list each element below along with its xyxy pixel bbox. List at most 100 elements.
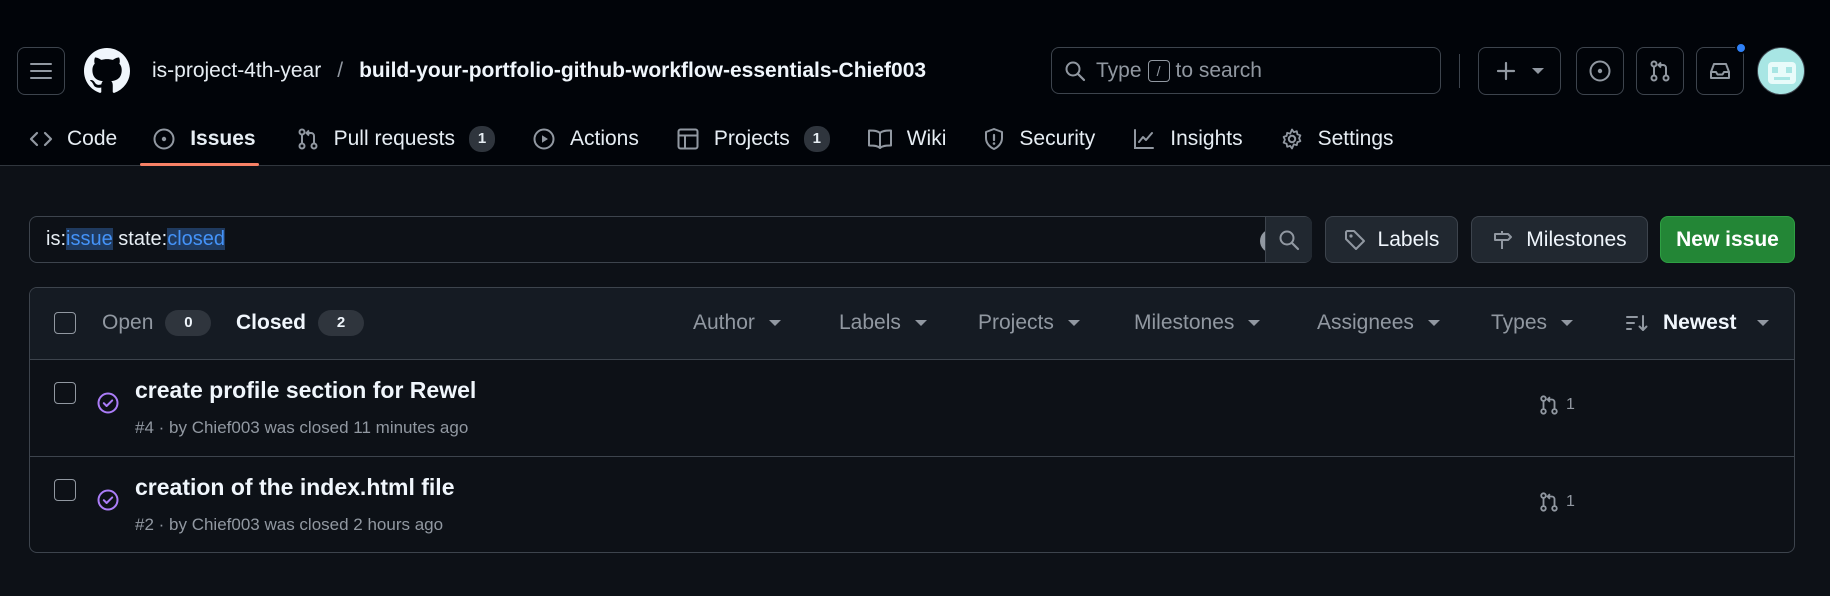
linked-pr-count[interactable]: 1 bbox=[1538, 491, 1575, 513]
issues-shortcut-button[interactable] bbox=[1576, 47, 1624, 95]
issue-checkbox[interactable] bbox=[54, 479, 76, 501]
chevron-down-icon bbox=[914, 320, 927, 326]
issue-row[interactable]: creation of the index.html file #2 · by … bbox=[30, 457, 1794, 552]
issue-filter-input[interactable]: is:issue state:closed bbox=[29, 216, 1312, 263]
tab-label: Insights bbox=[1170, 127, 1243, 150]
issue-meta: #2 · by Chief003 was closed 2 hours ago bbox=[135, 515, 444, 534]
hamburger-icon bbox=[30, 63, 52, 79]
new-issue-button[interactable]: New issue bbox=[1660, 216, 1795, 263]
closed-filter-tab[interactable]: Closed 2 bbox=[236, 310, 365, 336]
search-icon bbox=[1065, 61, 1086, 81]
inbox-button[interactable] bbox=[1696, 42, 1747, 95]
table-icon bbox=[677, 128, 699, 150]
tab-settings[interactable]: Settings bbox=[1256, 112, 1407, 166]
pull-requests-shortcut-button[interactable] bbox=[1636, 47, 1684, 95]
gear-icon bbox=[1282, 128, 1301, 150]
chevron-down-icon bbox=[1248, 320, 1261, 326]
author-filter[interactable]: Author bbox=[693, 311, 781, 335]
labels-filter[interactable]: Labels bbox=[839, 311, 927, 335]
tab-pull-requests[interactable]: Pull requests 1 bbox=[269, 112, 508, 166]
tab-wiki[interactable]: Wiki bbox=[843, 112, 960, 166]
create-new-button[interactable] bbox=[1478, 47, 1561, 95]
projects-filter[interactable]: Projects bbox=[978, 311, 1080, 335]
notification-dot bbox=[1735, 42, 1747, 54]
breadcrumb-separator: / bbox=[337, 59, 344, 82]
header-divider bbox=[1459, 54, 1460, 88]
issue-closed-icon bbox=[97, 392, 119, 414]
git-pull-request-icon bbox=[1540, 492, 1558, 512]
repo-tabs: Code Issues Pull requests 1 Actions Proj… bbox=[0, 112, 1407, 166]
issues-list: Open 0 Closed 2 Author Labels Projects M… bbox=[29, 287, 1795, 553]
breadcrumb-repo[interactable]: build-your-portfolio-github-workflow-ess… bbox=[359, 59, 926, 83]
search-placeholder-suffix: to search bbox=[1175, 58, 1262, 82]
tab-security[interactable]: Security bbox=[959, 112, 1108, 166]
tab-actions[interactable]: Actions bbox=[508, 112, 652, 166]
shield-icon bbox=[985, 128, 1004, 150]
plus-icon bbox=[1496, 61, 1515, 81]
milestones-button-label: Milestones bbox=[1526, 227, 1627, 251]
filter-qualifier: is: bbox=[46, 228, 66, 250]
milestones-button[interactable]: Milestones bbox=[1471, 216, 1648, 263]
tab-insights[interactable]: Insights bbox=[1108, 112, 1255, 166]
avatar[interactable] bbox=[1757, 47, 1805, 95]
issue-title-link[interactable]: creation of the index.html file bbox=[135, 474, 454, 501]
filter-label: Projects bbox=[978, 311, 1054, 334]
filter-label: Types bbox=[1491, 311, 1548, 334]
issue-closed-icon bbox=[97, 489, 119, 511]
filter-label: Assignees bbox=[1317, 311, 1414, 334]
tab-label: Actions bbox=[570, 127, 639, 150]
search-icon bbox=[1279, 230, 1300, 250]
tag-icon bbox=[1344, 229, 1365, 250]
labels-button-label: Labels bbox=[1377, 227, 1440, 251]
book-icon bbox=[867, 129, 892, 149]
breadcrumb-owner[interactable]: is-project-4th-year bbox=[152, 59, 321, 83]
sort-menu[interactable]: Newest bbox=[1625, 311, 1769, 335]
chevron-down-icon bbox=[1561, 320, 1574, 326]
issue-meta: #4 · by Chief003 was closed 11 minutes a… bbox=[135, 418, 469, 437]
repo-header: is-project-4th-year / build-your-portfol… bbox=[0, 12, 1830, 166]
tab-counter: 1 bbox=[803, 126, 830, 152]
filter-label: Author bbox=[693, 311, 755, 334]
open-count: 0 bbox=[165, 310, 212, 336]
filter-value: closed bbox=[167, 228, 225, 250]
closed-label: Closed bbox=[236, 311, 307, 334]
linked-pr-count[interactable]: 1 bbox=[1538, 394, 1575, 416]
global-search-input[interactable]: Type / to search bbox=[1051, 47, 1441, 94]
milestone-icon bbox=[1494, 230, 1513, 249]
filter-label: Labels bbox=[839, 311, 901, 334]
labels-button[interactable]: Labels bbox=[1325, 216, 1458, 263]
issue-row[interactable]: create profile section for Rewel #4 · by… bbox=[30, 360, 1794, 457]
select-all-checkbox[interactable] bbox=[54, 312, 76, 334]
closed-count: 2 bbox=[318, 310, 365, 336]
breadcrumb: is-project-4th-year / build-your-portfol… bbox=[152, 59, 926, 83]
git-pull-request-icon bbox=[1540, 395, 1558, 415]
sort-desc-icon bbox=[1626, 315, 1648, 331]
tab-label: Settings bbox=[1317, 127, 1394, 150]
github-logo-icon[interactable] bbox=[84, 48, 130, 94]
issue-checkbox[interactable] bbox=[54, 382, 76, 404]
sort-label: Newest bbox=[1663, 311, 1737, 334]
issue-opened-icon bbox=[153, 128, 175, 150]
tab-projects[interactable]: Projects 1 bbox=[652, 112, 843, 166]
open-filter-tab[interactable]: Open 0 bbox=[102, 310, 212, 336]
chevron-down-icon bbox=[1067, 320, 1080, 326]
chevron-down-icon bbox=[768, 320, 781, 326]
tab-issues[interactable]: Issues bbox=[130, 112, 268, 166]
filter-label: Milestones bbox=[1134, 311, 1235, 334]
pr-count-value: 1 bbox=[1566, 396, 1575, 413]
tab-label: Issues bbox=[190, 127, 256, 150]
tab-label: Pull requests bbox=[333, 127, 455, 150]
tab-code[interactable]: Code bbox=[0, 112, 130, 166]
tab-label: Security bbox=[1019, 127, 1096, 150]
issue-title-link[interactable]: create profile section for Rewel bbox=[135, 377, 476, 404]
assignees-filter[interactable]: Assignees bbox=[1317, 311, 1440, 335]
filter-query: is:issue state:closed bbox=[46, 228, 225, 251]
inbox-icon bbox=[1710, 63, 1730, 79]
filter-search-button[interactable] bbox=[1265, 217, 1312, 262]
git-pull-request-icon bbox=[1650, 60, 1670, 82]
menu-button[interactable] bbox=[17, 47, 65, 95]
milestones-filter[interactable]: Milestones bbox=[1134, 311, 1261, 335]
types-filter[interactable]: Types bbox=[1491, 311, 1574, 335]
chevron-down-icon bbox=[1531, 68, 1544, 74]
tab-label: Wiki bbox=[906, 127, 947, 150]
